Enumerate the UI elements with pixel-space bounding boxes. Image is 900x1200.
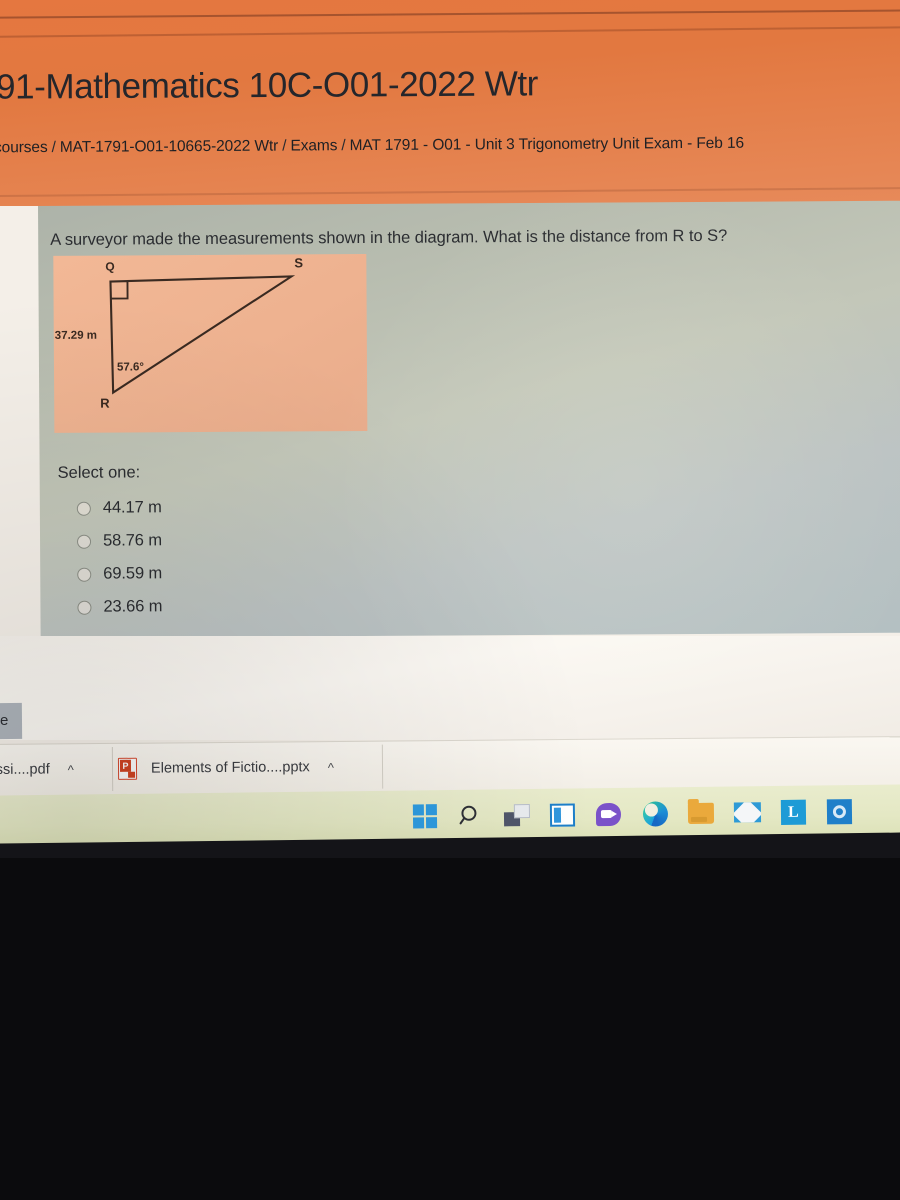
angle-label: 57.6°	[116, 361, 145, 374]
search-icon[interactable]	[456, 801, 486, 831]
lockdown-browser-icon[interactable]: L	[778, 797, 808, 827]
breadcrumb-separator: /	[282, 137, 287, 155]
taskbar-icon-group: L	[410, 789, 855, 838]
answer-label-1: 44.17 m	[102, 498, 162, 517]
question-text: A surveyor made the measurements shown i…	[50, 226, 728, 249]
edge-icon[interactable]	[640, 798, 670, 828]
laptop-screen: 91-Mathematics 10C-O01-2022 Wtr courses /…	[0, 0, 900, 862]
breadcrumb: courses / MAT-1791-O01-10665-2022 Wtr / Exam…	[0, 135, 744, 158]
widgets-icon[interactable]	[548, 799, 578, 829]
laptop-bezel	[0, 858, 900, 1200]
download-item-pptx[interactable]: Elements of Fictio....pptx ^	[117, 742, 334, 794]
moodle-header: 91-Mathematics 10C-O01-2022 Wtr courses /…	[0, 0, 900, 206]
radio-button-2[interactable]	[77, 534, 92, 549]
download-item-pdf[interactable]: Assi....pdf ^	[0, 744, 74, 795]
radio-button-3[interactable]	[77, 567, 92, 582]
breadcrumb-separator: /	[51, 138, 56, 156]
vertex-label-Q: Q	[105, 259, 115, 274]
page-title: 91-Mathematics 10C-O01-2022 Wtr	[0, 64, 539, 107]
download-filename-pdf: Assi....pdf	[0, 761, 50, 779]
browser-tab-label: e	[0, 712, 9, 729]
select-one-label: Select one:	[57, 463, 141, 482]
answer-options: Select one: 44.17 m 58.76 m 69.59 m 23.6…	[55, 463, 163, 624]
file-explorer-icon[interactable]	[686, 798, 716, 828]
triangle-outline	[109, 275, 296, 395]
answer-option-1[interactable]: 44.17 m	[55, 491, 162, 525]
chevron-up-icon[interactable]: ^	[68, 762, 74, 777]
radio-button-1[interactable]	[76, 501, 91, 516]
lockdown-browser-letter: L	[780, 799, 807, 825]
radio-button-4[interactable]	[77, 600, 92, 615]
right-angle-marker	[110, 280, 129, 300]
powerpoint-icon	[117, 757, 138, 780]
breadcrumb-item-exam[interactable]: MAT 1791 - O01 - Unit 3 Trigonometry Uni…	[349, 135, 744, 154]
photo-of-laptop-screen: 91-Mathematics 10C-O01-2022 Wtr courses /…	[0, 0, 900, 1200]
screen-glare-line	[0, 9, 900, 19]
screen-glare-line	[0, 186, 900, 198]
task-view-icon[interactable]	[502, 800, 532, 830]
answer-label-3: 69.59 m	[103, 564, 163, 583]
question-card: A surveyor made the measurements shown i…	[38, 200, 900, 638]
answer-label-2: 58.76 m	[102, 531, 163, 550]
breadcrumb-separator: /	[341, 137, 346, 155]
teams-chat-icon[interactable]	[594, 799, 624, 829]
vertex-label-R: R	[100, 395, 110, 411]
chevron-up-icon[interactable]: ^	[328, 760, 334, 775]
triangle-diagram: Q S R 37.29 m 57.6°	[53, 253, 368, 433]
outlook-icon[interactable]	[824, 796, 854, 826]
breadcrumb-item-courses[interactable]: courses	[0, 139, 48, 156]
answer-label-4: 23.66 m	[103, 597, 163, 616]
answer-option-3[interactable]: 69.59 m	[55, 557, 162, 591]
screen-glare-line	[0, 26, 900, 38]
page-background	[0, 636, 900, 740]
start-icon[interactable]	[410, 801, 440, 831]
downloads-divider	[381, 744, 384, 789]
answer-option-2[interactable]: 58.76 m	[55, 524, 162, 558]
download-filename-pptx: Elements of Fictio....pptx	[150, 759, 310, 777]
mail-icon[interactable]	[732, 797, 762, 827]
downloads-divider	[111, 746, 114, 791]
vertex-label-S: S	[294, 255, 304, 271]
breadcrumb-item-course[interactable]: MAT-1791-O01-10665-2022 Wtr	[60, 138, 279, 156]
answer-option-4[interactable]: 23.66 m	[55, 590, 162, 624]
breadcrumb-item-exams[interactable]: Exams	[290, 137, 337, 154]
side-length-label: 37.29 m	[54, 329, 98, 342]
